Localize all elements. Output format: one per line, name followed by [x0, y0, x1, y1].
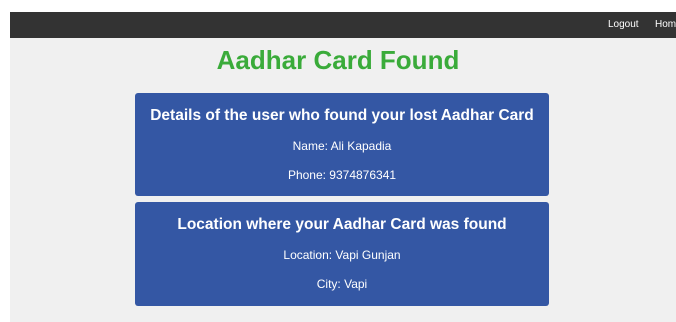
found-location-card: Location where your Aadhar Card was foun…: [135, 202, 549, 306]
found-city: City: Vapi: [316, 277, 368, 291]
logout-link[interactable]: Logout: [608, 19, 639, 31]
finder-card-title: Details of the user who found your lost …: [150, 107, 534, 124]
location-card-title: Location where your Aadhar Card was foun…: [177, 216, 507, 233]
page-title: Aadhar Card Found: [216, 45, 460, 75]
top-navbar: Logout Home: [10, 12, 676, 38]
finder-name: Name: Ali Kapadia: [292, 139, 392, 153]
found-location: Location: Vapi Gunjan: [283, 248, 401, 262]
finder-phone: Phone: 9374876341: [287, 168, 397, 182]
finder-details-card: Details of the user who found your lost …: [135, 93, 549, 196]
home-link[interactable]: Home: [655, 19, 676, 31]
